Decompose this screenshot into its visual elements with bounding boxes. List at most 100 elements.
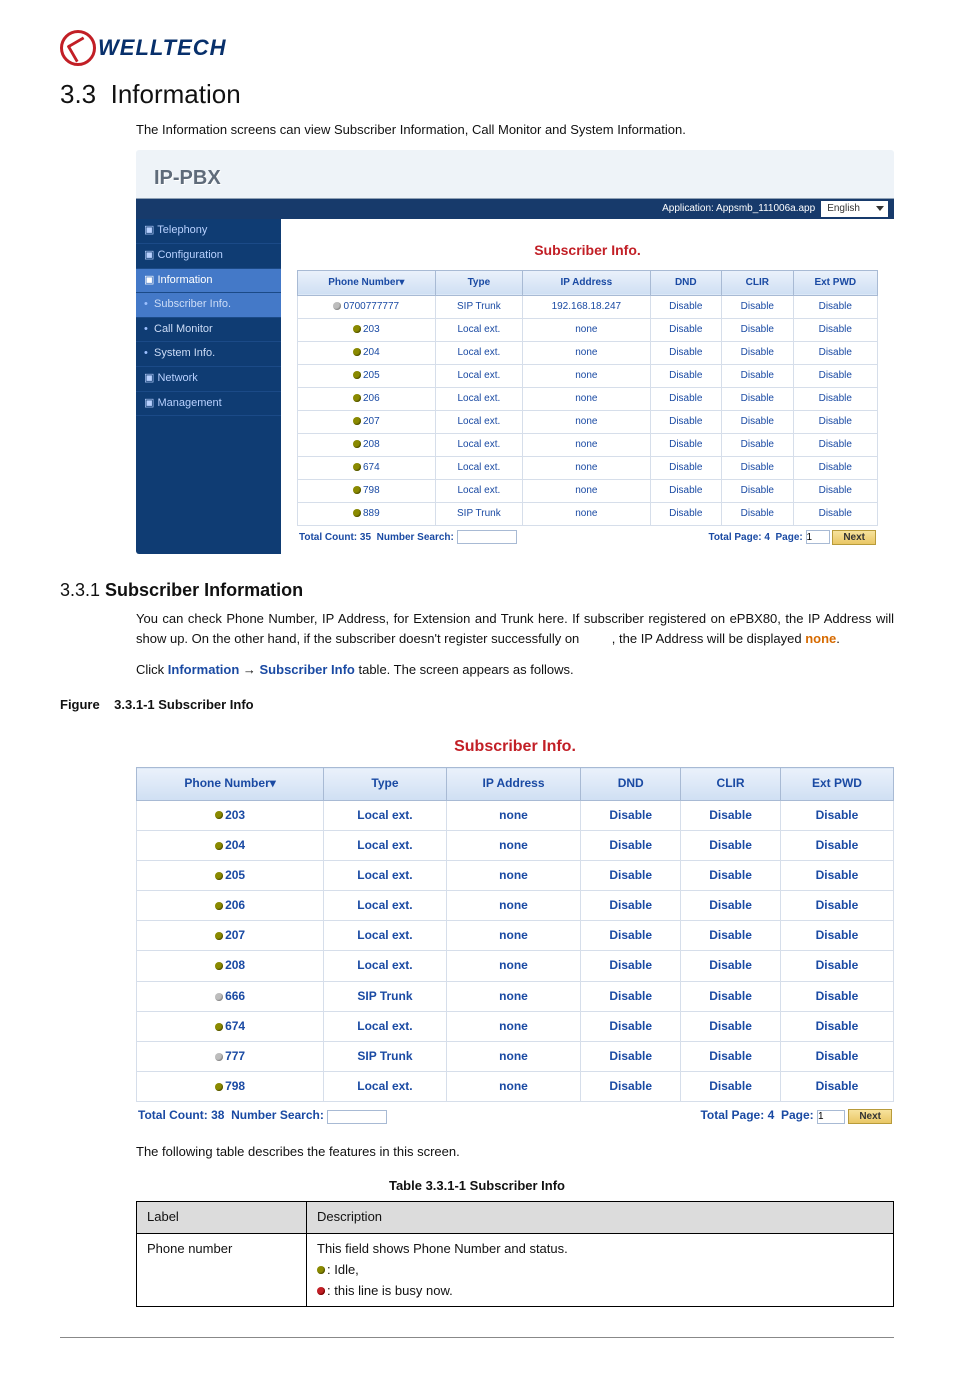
clir-cell: Disable: [681, 981, 781, 1011]
col-phone[interactable]: Phone Number▾: [298, 270, 436, 295]
status-dot-icon: [353, 486, 361, 494]
main-panel: Subscriber Info. Phone Number▾ Type IP A…: [281, 219, 894, 553]
table-row[interactable]: 0700777777SIP Trunk192.168.18.247Disable…: [298, 295, 878, 318]
table-row[interactable]: 798Local ext.noneDisableDisableDisable: [298, 479, 878, 502]
type-cell: Local ext.: [435, 479, 523, 502]
phone-cell: 0700777777: [298, 295, 436, 318]
table-row[interactable]: 666SIP TrunknoneDisableDisableDisable: [137, 981, 894, 1011]
ext-cell: Disable: [793, 387, 877, 410]
table-row[interactable]: 207Local ext.noneDisableDisableDisable: [137, 921, 894, 951]
phone-cell: 204: [298, 341, 436, 364]
brand-logo: WELLTECH: [60, 30, 894, 66]
search-input[interactable]: [457, 530, 517, 544]
sidebar-item-network[interactable]: Network: [136, 367, 281, 392]
status-dot-icon: [215, 1083, 223, 1091]
ip-cell: none: [446, 1042, 581, 1072]
sidebar-item-configuration[interactable]: Configuration: [136, 244, 281, 269]
sidebar-item-telephony[interactable]: Telephony: [136, 219, 281, 244]
type-cell: SIP Trunk: [324, 981, 447, 1011]
table-row[interactable]: 208Local ext.noneDisableDisableDisable: [298, 433, 878, 456]
col-type[interactable]: Type: [324, 768, 447, 800]
col-dnd[interactable]: DND: [650, 270, 722, 295]
next-button[interactable]: Next: [848, 1109, 892, 1124]
table-row[interactable]: 204Local ext.noneDisableDisableDisable: [137, 830, 894, 860]
col-dnd[interactable]: DND: [581, 768, 681, 800]
table-row[interactable]: 674Local ext.noneDisableDisableDisable: [298, 456, 878, 479]
phone-cell: 208: [298, 433, 436, 456]
ext-cell: Disable: [780, 860, 893, 890]
table-row[interactable]: 204Local ext.noneDisableDisableDisable: [298, 341, 878, 364]
col-ext[interactable]: Ext PWD: [780, 768, 893, 800]
ip-cell: none: [523, 502, 650, 525]
clir-cell: Disable: [722, 502, 794, 525]
sidebar-item-system-info[interactable]: System Info.: [136, 342, 281, 367]
idle-dot-icon: [317, 1266, 325, 1274]
table-row[interactable]: 203Local ext.noneDisableDisableDisable: [298, 318, 878, 341]
sidebar-item-information[interactable]: Information: [136, 269, 281, 294]
col-ip[interactable]: IP Address: [523, 270, 650, 295]
sidebar-item-management[interactable]: Management: [136, 392, 281, 417]
page-label: Page:: [781, 1108, 814, 1122]
clir-cell: Disable: [722, 318, 794, 341]
col-clir[interactable]: CLIR: [681, 768, 781, 800]
sidebar-item-subscriber-info[interactable]: Subscriber Info.: [136, 293, 281, 318]
type-cell: Local ext.: [435, 410, 523, 433]
col-clir[interactable]: CLIR: [722, 270, 794, 295]
clir-cell: Disable: [681, 1011, 781, 1041]
status-dot-icon: [353, 348, 361, 356]
page-input[interactable]: [817, 1110, 845, 1124]
language-select[interactable]: English: [821, 201, 888, 217]
table-row[interactable]: 205Local ext.noneDisableDisableDisable: [298, 364, 878, 387]
dnd-cell: Disable: [650, 502, 722, 525]
ext-cell: Disable: [793, 479, 877, 502]
page-input[interactable]: [806, 530, 830, 544]
table-row[interactable]: 889SIP TrunknoneDisableDisableDisable: [298, 502, 878, 525]
logo-mark-icon: [60, 30, 96, 66]
ip-cell: none: [523, 341, 650, 364]
dnd-cell: Disable: [581, 1072, 681, 1102]
sidebar-item-call-monitor[interactable]: Call Monitor: [136, 318, 281, 343]
click-instruction: Click Information → Subscriber Info tabl…: [136, 660, 894, 681]
dnd-cell: Disable: [581, 1011, 681, 1041]
type-cell: Local ext.: [324, 891, 447, 921]
table-row[interactable]: 208Local ext.noneDisableDisableDisable: [137, 951, 894, 981]
table-row[interactable]: 207Local ext.noneDisableDisableDisable: [298, 410, 878, 433]
type-cell: Local ext.: [324, 860, 447, 890]
table-row[interactable]: 206Local ext.noneDisableDisableDisable: [137, 891, 894, 921]
next-button[interactable]: Next: [832, 530, 876, 545]
ip-cell: none: [523, 456, 650, 479]
table-row[interactable]: 798Local ext.noneDisableDisableDisable: [137, 1072, 894, 1102]
ip-cell: none: [523, 410, 650, 433]
table-row[interactable]: 777SIP TrunknoneDisableDisableDisable: [137, 1042, 894, 1072]
ext-cell: Disable: [793, 433, 877, 456]
col-type[interactable]: Type: [435, 270, 523, 295]
ext-cell: Disable: [793, 502, 877, 525]
dnd-cell: Disable: [650, 364, 722, 387]
col-phone[interactable]: Phone Number▾: [137, 768, 324, 800]
table-row[interactable]: 206Local ext.noneDisableDisableDisable: [298, 387, 878, 410]
figure-panel: Subscriber Info. Phone Number▾ Type IP A…: [136, 724, 894, 1126]
col-ip[interactable]: IP Address: [446, 768, 581, 800]
table-row[interactable]: 203Local ext.noneDisableDisableDisable: [137, 800, 894, 830]
total-page-label: Total Page:: [700, 1108, 764, 1122]
search-input[interactable]: [327, 1110, 387, 1124]
table-row[interactable]: 674Local ext.noneDisableDisableDisable: [137, 1011, 894, 1041]
col-ext[interactable]: Ext PWD: [793, 270, 877, 295]
phone-cell: 207: [298, 410, 436, 433]
subinfo-link: Subscriber Info: [260, 662, 355, 677]
dnd-cell: Disable: [650, 387, 722, 410]
table-row[interactable]: 205Local ext.noneDisableDisableDisable: [137, 860, 894, 890]
search-label: Number Search:: [231, 1108, 324, 1122]
status-dot-icon: [215, 962, 223, 970]
ip-cell: none: [523, 318, 650, 341]
phone-cell: 777: [137, 1042, 324, 1072]
status-dot-icon: [215, 842, 223, 850]
page-label: Page:: [776, 532, 803, 543]
ip-cell: none: [523, 433, 650, 456]
follow-text: The following table describes the featur…: [136, 1142, 894, 1163]
description-table: Label Description Phone number This fiel…: [136, 1201, 894, 1307]
ext-cell: Disable: [780, 1011, 893, 1041]
type-cell: Local ext.: [324, 1072, 447, 1102]
status-dot-icon: [353, 509, 361, 517]
phone-cell: 798: [298, 479, 436, 502]
